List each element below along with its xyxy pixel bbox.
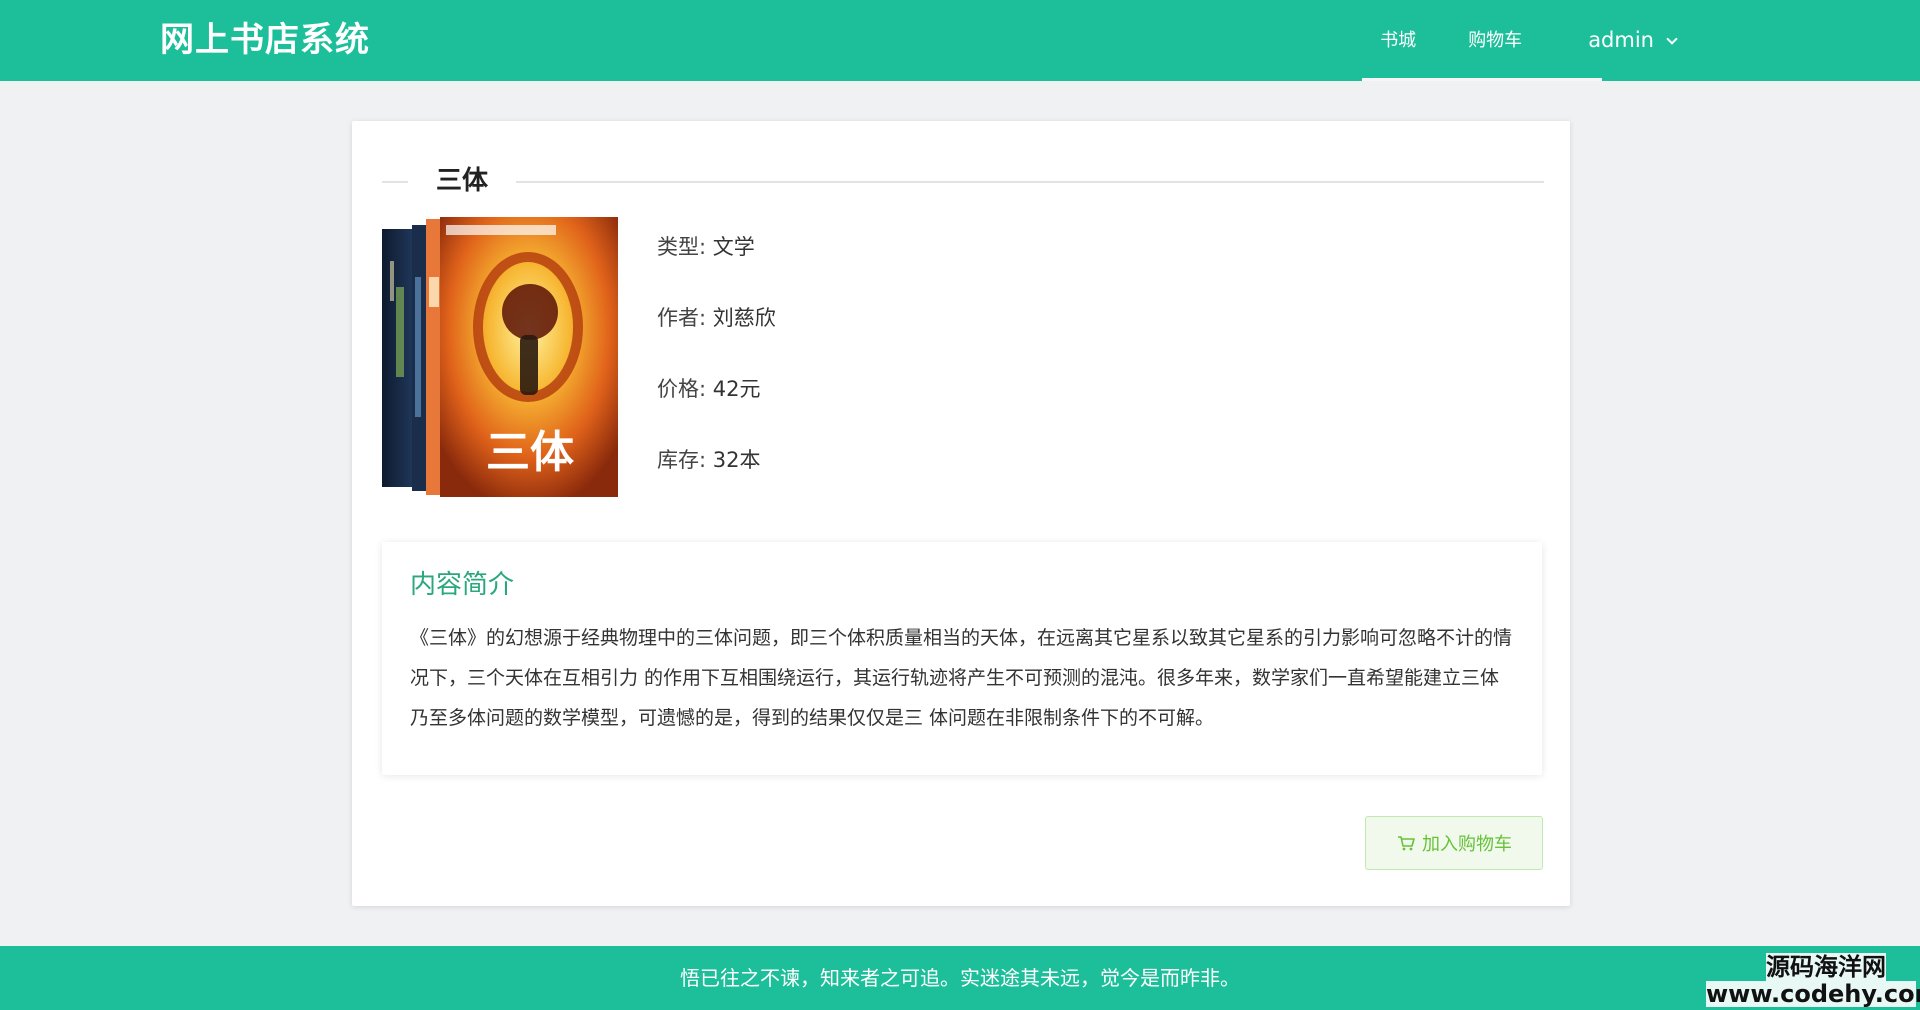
site-brand[interactable]: 网上书店系统 — [160, 18, 370, 62]
nav-active-indicator — [1362, 78, 1602, 81]
add-to-cart-label: 加入购物车 — [1422, 834, 1512, 855]
user-menu[interactable]: admin — [1548, 0, 1692, 81]
info-row-type: 类型: 文学 — [657, 231, 776, 302]
author-value: 刘慈欣 — [712, 306, 776, 330]
nav-item-bookstore[interactable]: 书城 — [1354, 0, 1442, 81]
book-info: 类型: 文学 作者: 刘慈欣 价格: 42元 库存: 32本 — [657, 231, 776, 515]
cart-icon — [1398, 836, 1415, 851]
top-nav: 书城 购物车 admin — [1354, 0, 1692, 81]
user-name: admin — [1588, 28, 1654, 52]
book-detail-card: 三体 三体 类型: 文学 作者: 刘慈欣 价格: 42元 库存: 32本 内容简… — [352, 121, 1570, 906]
stock-value: 32本 — [712, 448, 761, 472]
watermark: 源码海洋网 www.codehy.com — [1706, 953, 1920, 1008]
type-label: 类型: — [657, 235, 707, 259]
cover-title-text: 三体 — [486, 427, 574, 478]
description-title: 内容简介 — [410, 570, 515, 600]
description-panel: 内容简介 《三体》的幻想源于经典物理中的三体问题，即三个体积质量相当的天体，在远… — [382, 542, 1542, 775]
stock-label: 库存: — [657, 448, 707, 472]
title-divider-left — [382, 181, 408, 183]
add-to-cart-button[interactable]: 加入购物车 — [1365, 816, 1543, 870]
nav-item-cart[interactable]: 购物车 — [1442, 0, 1548, 81]
book-title: 三体 — [436, 166, 489, 196]
book-title-row: 三体 — [382, 161, 1544, 201]
watermark-site-name: 源码海洋网 — [1766, 953, 1886, 981]
title-divider-right — [516, 181, 1544, 183]
chevron-down-icon — [1666, 32, 1678, 45]
price-value: 42元 — [712, 377, 761, 401]
description-text: 《三体》的幻想源于经典物理中的三体问题，即三个体积质量相当的天体，在远离其它星系… — [410, 627, 1513, 729]
book-cover-image: 三体 — [382, 217, 618, 497]
info-row-price: 价格: 42元 — [657, 373, 776, 444]
price-label: 价格: — [657, 377, 707, 401]
page-footer: 悟已往之不谏，知来者之可追。实迷途其未远，觉今是而昨非。 — [0, 946, 1920, 1010]
author-label: 作者: — [657, 306, 707, 330]
watermark-url: www.codehy.com — [1706, 980, 1920, 1008]
footer-motto: 悟已往之不谏，知来者之可追。实迷途其未远，觉今是而昨非。 — [680, 966, 1240, 990]
info-row-stock: 库存: 32本 — [657, 444, 776, 515]
type-value: 文学 — [712, 235, 755, 259]
info-row-author: 作者: 刘慈欣 — [657, 302, 776, 373]
top-header: 网上书店系统 书城 购物车 admin — [0, 0, 1920, 81]
